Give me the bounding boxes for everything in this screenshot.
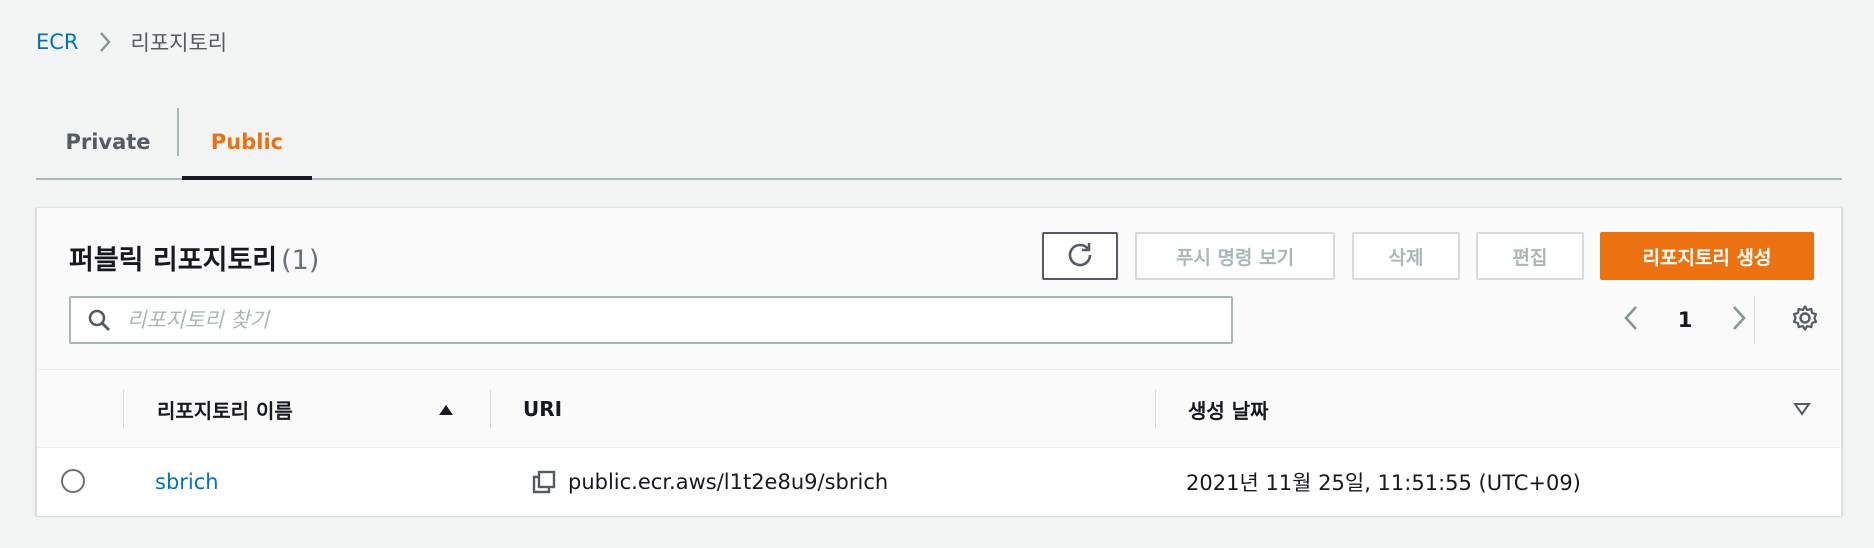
copy-icon[interactable] [531, 469, 557, 495]
tab-public[interactable]: Public [182, 104, 312, 180]
search-input[interactable] [127, 308, 1207, 332]
breadcrumb-ecr-link[interactable]: ECR [36, 30, 79, 54]
tab-bar: Private Public [36, 104, 1842, 180]
table-row: sbrich public.ecr.aws/l1t2e8u9/sbrich 20… [37, 448, 1841, 516]
create-repository-button[interactable]: 리포지토리 생성 [1600, 232, 1814, 280]
page: ECR 리포지토리 Private Public 퍼블릭 리포지토리 (1) 푸… [0, 0, 1874, 548]
column-divider [490, 390, 491, 428]
repository-count: (1) [281, 245, 320, 276]
caret-down-icon[interactable] [1793, 400, 1811, 418]
pagination-divider [1754, 296, 1755, 344]
search-box [69, 296, 1233, 344]
repositories-panel: 퍼블릭 리포지토리 (1) 푸시 명령 보기 삭제 편집 리포지토리 생성 리포… [36, 207, 1842, 516]
chevron-right-icon [79, 31, 131, 53]
repository-name-link[interactable]: sbrich [155, 448, 219, 516]
refresh-button[interactable] [1042, 232, 1118, 280]
delete-button[interactable]: 삭제 [1352, 232, 1460, 280]
search-icon [71, 308, 127, 332]
column-divider [123, 390, 124, 428]
pagination-current-page[interactable]: 1 [1667, 302, 1703, 338]
pagination-next-button[interactable] [1721, 302, 1757, 338]
row-select-radio[interactable] [61, 469, 85, 493]
sort-ascending-icon[interactable] [437, 400, 455, 418]
panel-title-text: 퍼블릭 리포지토리 [69, 245, 278, 276]
tab-active-indicator [182, 176, 312, 180]
panel-header: 퍼블릭 리포지토리 (1) 푸시 명령 보기 삭제 편집 리포지토리 생성 리포… [37, 208, 1841, 370]
breadcrumb-current: 리포지토리 [130, 31, 228, 55]
repository-created-date: 2021년 11월 25일, 11:51:55 (UTC+09) [1186, 471, 1581, 495]
breadcrumb: ECR 리포지토리 [36, 26, 227, 58]
tab-private[interactable]: Private [36, 104, 180, 180]
gear-icon [1791, 304, 1819, 336]
refresh-icon [1066, 240, 1094, 273]
column-header-name[interactable]: 리포지토리 이름 [157, 370, 293, 448]
column-header-uri[interactable]: URI [523, 370, 562, 448]
panel-title: 퍼블릭 리포지토리 (1) [69, 238, 319, 277]
column-header-created[interactable]: 생성 날짜 [1188, 370, 1269, 448]
chevron-left-icon [1623, 305, 1639, 335]
table-header: 리포지토리 이름 URI 생성 날짜 [37, 370, 1841, 448]
view-push-commands-button[interactable]: 푸시 명령 보기 [1135, 232, 1335, 280]
edit-button[interactable]: 편집 [1476, 232, 1584, 280]
column-divider [1155, 390, 1156, 428]
repository-uri: public.ecr.aws/l1t2e8u9/sbrich [568, 470, 889, 494]
chevron-right-icon [1731, 305, 1747, 335]
pagination-prev-button[interactable] [1613, 302, 1649, 338]
tab-divider [177, 108, 179, 156]
preferences-button[interactable] [1787, 302, 1823, 338]
